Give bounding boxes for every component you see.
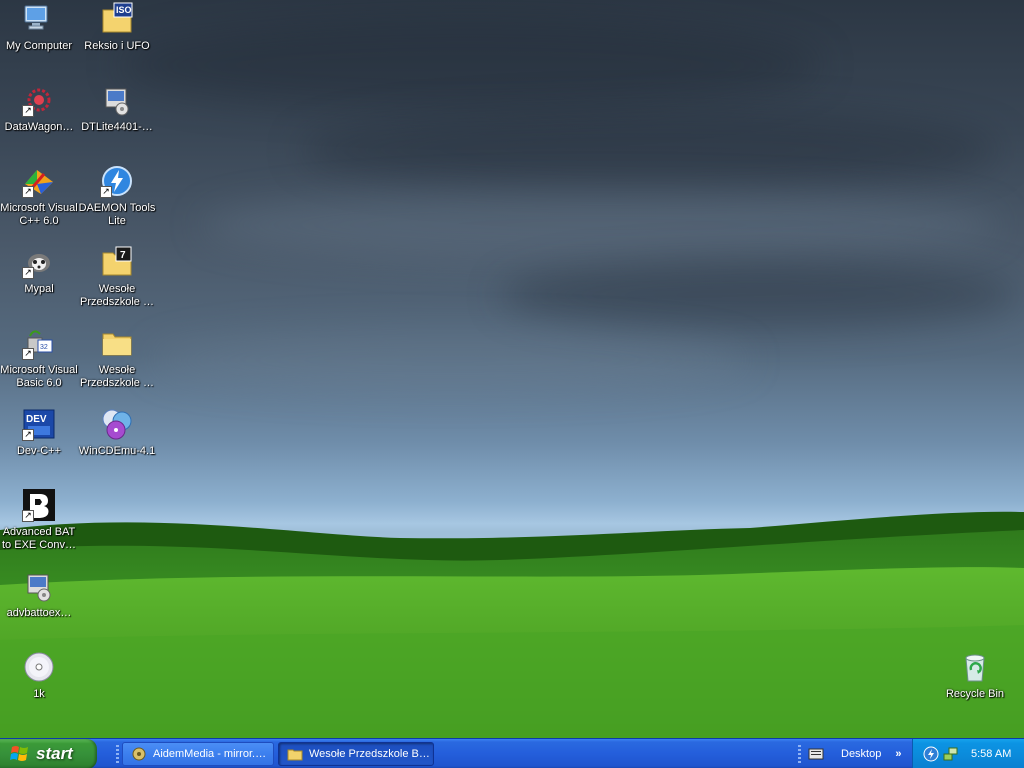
visual-basic-icon: 32 ↗ <box>22 326 56 360</box>
desktop-icon-label: My Computer <box>5 40 73 52</box>
start-button[interactable]: start <box>0 739 97 768</box>
windows-logo-icon <box>10 746 28 761</box>
folder-icon <box>100 326 134 360</box>
task-button-aidemmedia[interactable]: AidemMedia - mirror.… <box>122 742 274 766</box>
folder-icon <box>287 749 303 761</box>
system-tray: 5:58 AM <box>912 739 1024 768</box>
col1-desktop-icon[interactable]: 32 ↗ Microsoft Visual Basic 6.0 <box>0 326 78 390</box>
col1-desktop-icon[interactable]: ↗ Mypal <box>0 245 78 296</box>
bat-to-exe-icon: ↗ <box>22 488 56 522</box>
desktop-toolbar-icon <box>808 748 824 760</box>
svg-text:32: 32 <box>40 344 48 351</box>
col1-desktop-icon[interactable]: My Computer <box>0 2 78 53</box>
col1-desktop-icon[interactable]: DEV ↗ Dev-C++ <box>0 407 78 458</box>
daemon-tools-icon: ↗ <box>100 164 134 198</box>
daemon-tools-tray-icon[interactable] <box>923 746 939 762</box>
shortcut-arrow-icon: ↗ <box>22 105 34 117</box>
svg-text:ISO: ISO <box>116 5 132 15</box>
desktop-icon-label: WinCDEmu-4.1 <box>78 445 156 457</box>
task-label: Wesołe Przedszkole B… <box>309 748 430 760</box>
col2-desktop-icon[interactable]: WinCDEmu-4.1 <box>78 407 156 458</box>
desktop-icon-label: 1k <box>33 688 45 700</box>
grass-hills <box>0 511 1024 738</box>
desktop-background: My Computer ↗ DataWagon… ↗ Microsoft Visual … <box>0 0 1024 738</box>
task-button-wesole-przedszkole[interactable]: Wesołe Przedszkole B… <box>278 742 434 766</box>
visual-cpp-icon: ↗ <box>22 164 56 198</box>
col1-desktop-icon[interactable]: ↗ Advanced BAT to EXE Conv… <box>0 488 78 552</box>
desktop-icon-label: Mypal <box>24 283 54 295</box>
wincdemu-icon <box>100 407 134 441</box>
taskbar: start AidemMedia - mirror.… Wesołe Przed… <box>0 738 1024 768</box>
installer-icon <box>22 569 56 603</box>
desktop-icon-label: Microsoft Visual C++ 6.0 <box>0 202 78 227</box>
dev-cpp-icon: DEV ↗ <box>22 407 56 441</box>
mypal-icon: ↗ <box>22 245 56 279</box>
computer-icon <box>22 2 56 36</box>
col1-desktop-icon[interactable]: ↗ DataWagon… <box>0 83 78 134</box>
col1-desktop-icon[interactable]: 1k <box>0 650 78 701</box>
desktop-icon-label: advbattoex… <box>6 607 72 619</box>
datawagon-icon: ↗ <box>22 83 56 117</box>
clock[interactable]: 5:58 AM <box>971 748 1011 760</box>
shortcut-arrow-icon: ↗ <box>22 510 34 522</box>
shortcut-arrow-icon: ↗ <box>22 348 34 360</box>
col1-desktop-icon[interactable]: ↗ Microsoft Visual C++ 6.0 <box>0 164 78 228</box>
desktop-icon-label: DAEMON Tools Lite <box>78 202 156 227</box>
disc-icon <box>22 650 56 684</box>
recycle-bin-label: Recycle Bin <box>945 688 1005 700</box>
app-window-icon <box>132 747 146 761</box>
desktop-icon-label: Microsoft Visual Basic 6.0 <box>0 364 78 389</box>
installer-icon <box>100 83 134 117</box>
desktop-icon-label: Dev-C++ <box>16 445 62 457</box>
desktop-toolbar-label: Desktop <box>841 748 882 760</box>
col2-desktop-icon[interactable]: 7 Wesołe Przedszkole … <box>78 245 156 309</box>
archive-7z-icon: 7 <box>100 245 134 279</box>
desktop-icon-label: Wesołe Przedszkole … <box>80 283 154 308</box>
desktop-icon-label: Reksio i UFO <box>84 40 150 52</box>
shortcut-arrow-icon: ↗ <box>22 429 34 441</box>
col1-desktop-icon[interactable]: advbattoex… <box>0 569 78 620</box>
recycle-bin-icon <box>958 650 992 684</box>
desktop-icon-label: DataWagon… <box>4 121 74 133</box>
desktop-toolbar[interactable]: Desktop » <box>808 739 901 768</box>
chevron-right-icon[interactable]: » <box>895 748 901 760</box>
svg-text:7: 7 <box>120 250 126 261</box>
shortcut-arrow-icon: ↗ <box>22 186 34 198</box>
taskbar-grip[interactable] <box>116 745 119 763</box>
col2-desktop-icon[interactable]: DTLite4401-… <box>78 83 156 134</box>
svg-text:DEV: DEV <box>26 414 47 425</box>
col2-desktop-icon[interactable]: Wesołe Przedszkole … <box>78 326 156 390</box>
toolbar-grip[interactable] <box>798 745 801 763</box>
shortcut-arrow-icon: ↗ <box>100 186 112 198</box>
col2-desktop-icon[interactable]: ISO Reksio i UFO <box>78 2 156 53</box>
recycle-bin-shortcut[interactable]: Recycle Bin <box>936 650 1014 701</box>
desktop-icon-label: DTLite4401-… <box>81 121 153 133</box>
network-tray-icon[interactable] <box>943 746 959 762</box>
desktop-icon-label: Wesołe Przedszkole … <box>80 364 154 389</box>
task-label: AidemMedia - mirror.… <box>153 748 267 760</box>
desktop-icon-label: Advanced BAT to EXE Conv… <box>2 526 76 551</box>
col2-desktop-icon[interactable]: ↗ DAEMON Tools Lite <box>78 164 156 228</box>
shortcut-arrow-icon: ↗ <box>22 267 34 279</box>
iso-file-icon: ISO <box>100 2 134 36</box>
start-label: start <box>36 744 73 763</box>
